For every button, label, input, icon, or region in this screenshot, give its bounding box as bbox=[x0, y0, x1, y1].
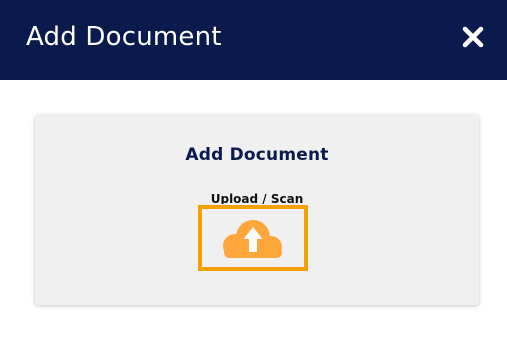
add-document-card: Add Document Upload / Scan bbox=[35, 115, 479, 305]
close-icon bbox=[462, 26, 484, 48]
card-title: Add Document bbox=[185, 145, 329, 165]
cloud-upload-icon bbox=[223, 220, 282, 258]
modal-header: Add Document bbox=[0, 0, 507, 80]
modal-title: Add Document bbox=[26, 22, 222, 52]
close-button[interactable] bbox=[462, 26, 484, 48]
upload-scan-button[interactable] bbox=[198, 205, 308, 271]
add-document-modal: Add Document Add Document Upload / Scan bbox=[0, 0, 507, 338]
upload-scan-label: Upload / Scan bbox=[210, 192, 304, 204]
